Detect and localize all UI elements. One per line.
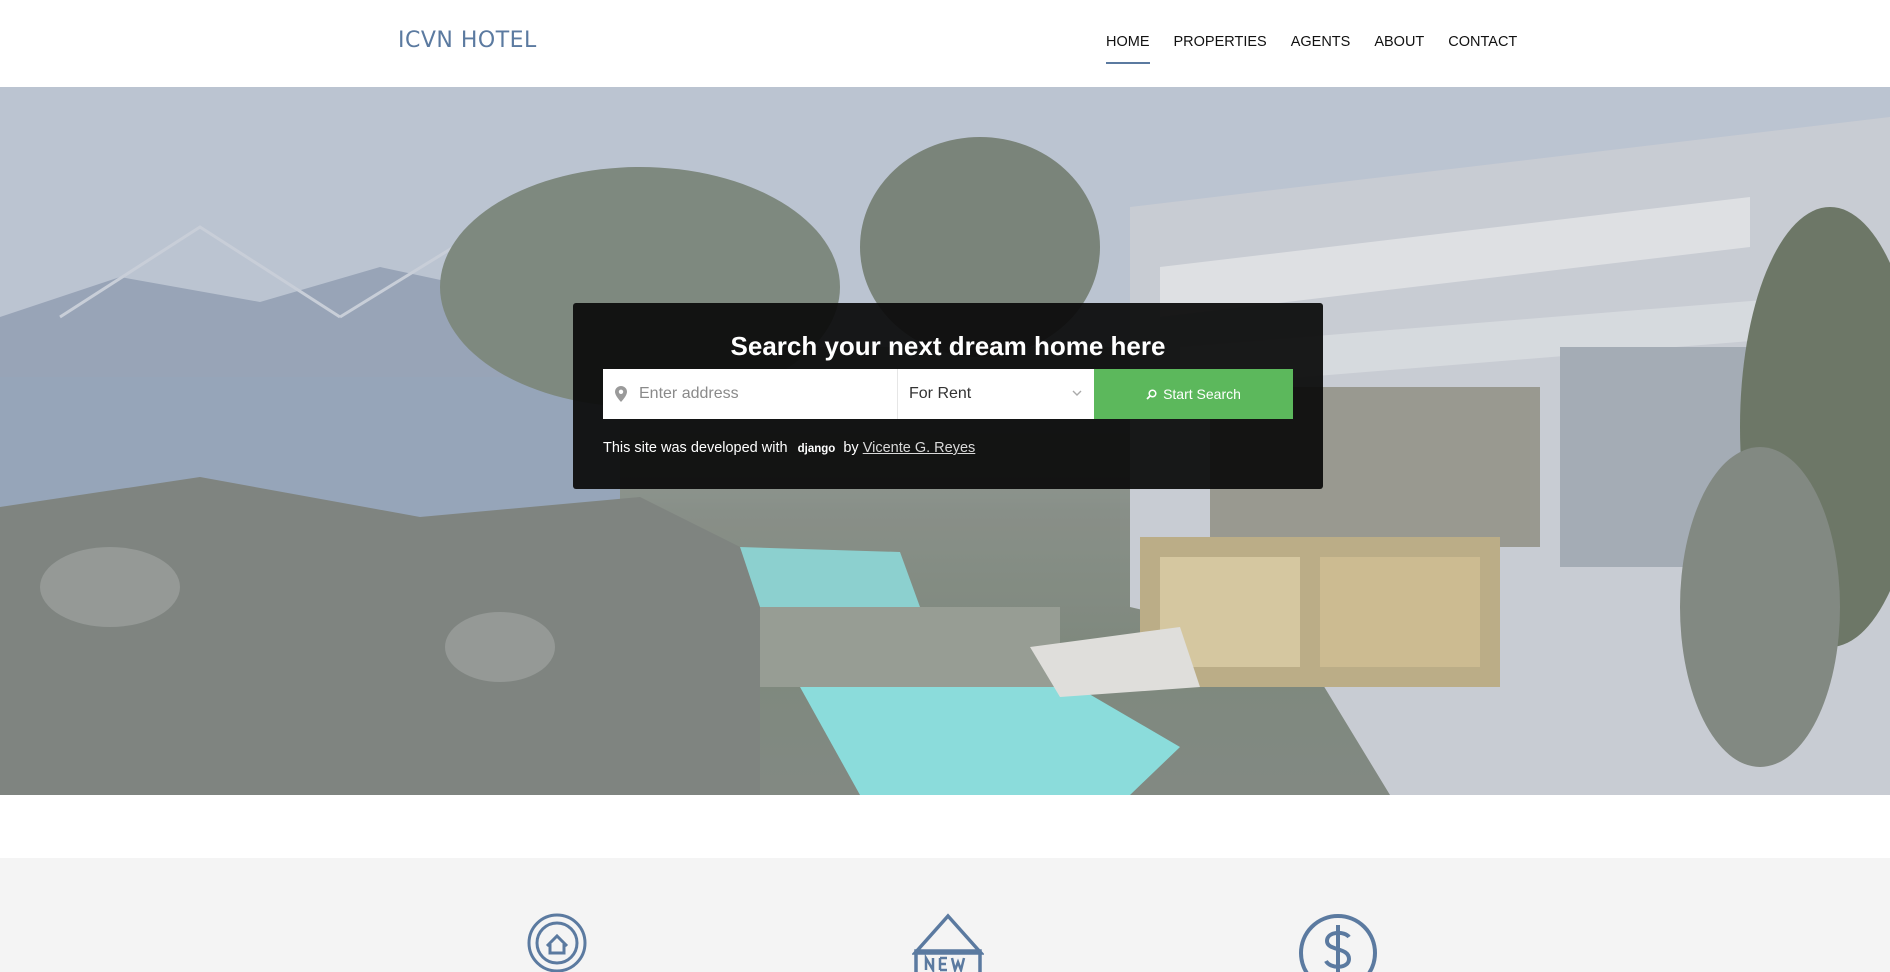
search-form: For Rent Start Search bbox=[603, 369, 1293, 419]
nav-item-properties[interactable]: PROPERTIES bbox=[1174, 34, 1267, 62]
address-input[interactable] bbox=[639, 369, 894, 419]
nav-item-agents[interactable]: AGENTS bbox=[1291, 34, 1351, 62]
credit-prefix: This site was developed with bbox=[603, 440, 788, 456]
chevron-down-icon bbox=[1072, 390, 1082, 396]
search-icon bbox=[1146, 388, 1157, 400]
nav-item-home[interactable]: HOME bbox=[1106, 34, 1150, 64]
search-title: Search your next dream home here bbox=[730, 331, 1166, 361]
nav-item-contact[interactable]: CONTACT bbox=[1448, 34, 1517, 62]
listing-type-value: For Rent bbox=[909, 385, 972, 402]
brand-logo[interactable]: ICVN HOTEL bbox=[398, 28, 537, 53]
map-pin-icon bbox=[615, 386, 627, 402]
start-search-label: Start Search bbox=[1163, 386, 1241, 402]
start-search-button[interactable]: Start Search bbox=[1094, 369, 1293, 419]
nav-item-about[interactable]: ABOUT bbox=[1374, 34, 1424, 62]
django-logo: django bbox=[797, 443, 836, 455]
author-link[interactable]: Vicente G. Reyes bbox=[863, 440, 976, 456]
address-field bbox=[603, 369, 898, 419]
search-panel: Search your next dream home here For Ren… bbox=[573, 303, 1323, 489]
credit-line: This site was developed with django by V… bbox=[603, 440, 975, 456]
new-tag-icon bbox=[912, 913, 984, 972]
navbar: ICVN HOTEL HOME PROPERTIES AGENTS ABOUT … bbox=[0, 0, 1890, 87]
main-nav: HOME PROPERTIES AGENTS ABOUT CONTACT bbox=[1106, 34, 1541, 64]
features-section bbox=[0, 858, 1890, 972]
listing-type-select[interactable]: For Rent bbox=[898, 369, 1094, 419]
credit-by: by bbox=[843, 440, 859, 456]
dollar-icon bbox=[1299, 914, 1377, 972]
award-house-icon bbox=[527, 913, 587, 972]
